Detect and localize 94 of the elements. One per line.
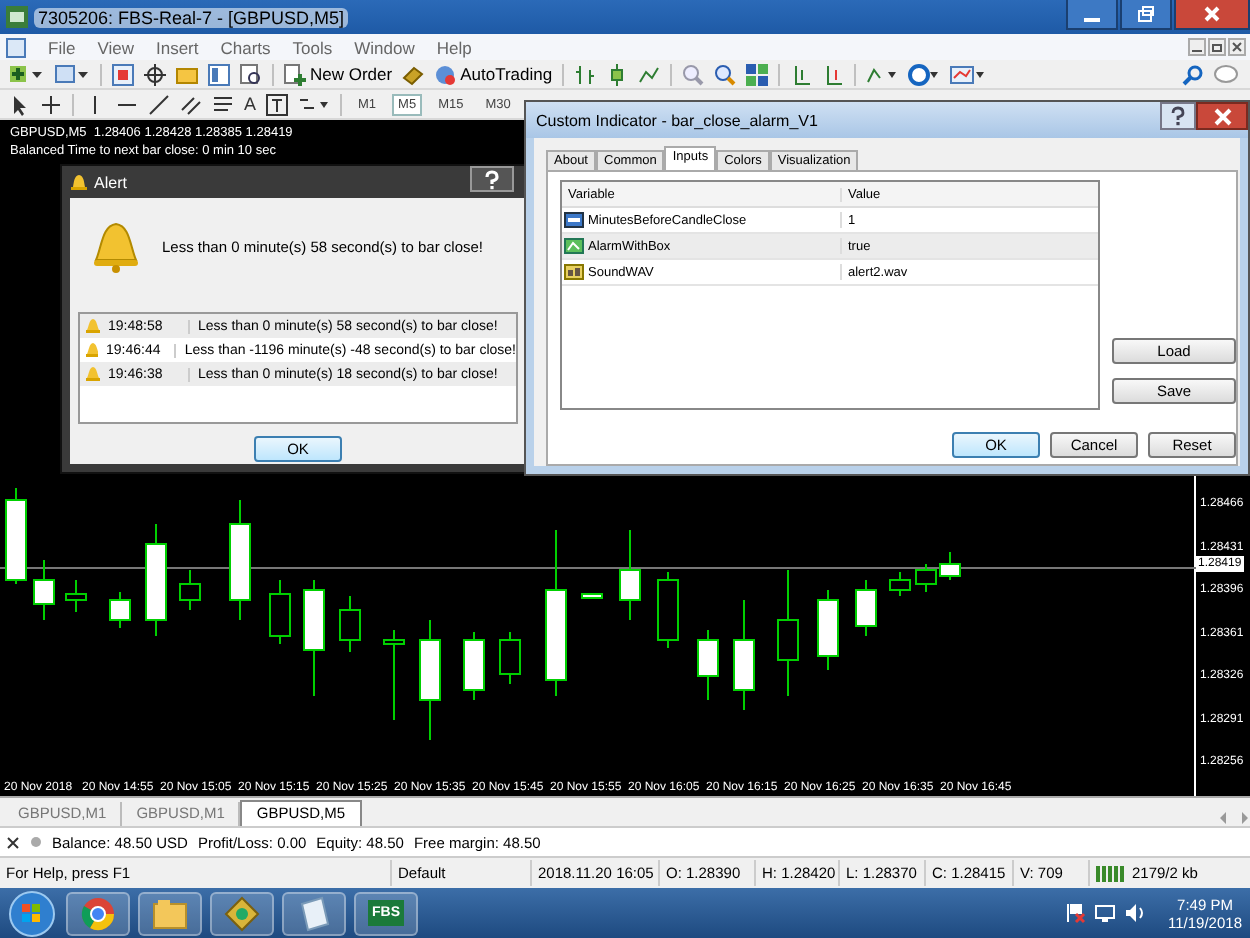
candle	[499, 631, 521, 685]
browser-taskbar-icon[interactable]	[66, 891, 130, 935]
bell-icon	[86, 318, 100, 334]
menu-item[interactable]: View	[97, 37, 134, 57]
chat-icon[interactable]	[1214, 63, 1242, 85]
candle	[339, 595, 361, 653]
help-icon	[484, 169, 500, 189]
panel-icon[interactable]	[208, 63, 230, 85]
bar-chart-icon[interactable]	[574, 63, 597, 85]
close-icon	[1202, 4, 1222, 24]
trendline-icon[interactable]	[148, 93, 170, 115]
text-tool[interactable]: A	[244, 94, 257, 114]
candle	[419, 619, 441, 741]
restore-icon	[1136, 4, 1156, 24]
bell-icon	[90, 222, 142, 274]
window-title: 7305206: FBS-Real-7 - [GBPUSD,M5]	[34, 7, 349, 27]
candle	[733, 599, 755, 711]
minimize-icon	[1084, 18, 1100, 22]
zoom-out-icon[interactable]	[714, 63, 737, 85]
help-icon	[1170, 106, 1186, 126]
candle	[303, 579, 325, 697]
candlestick-icon[interactable]	[606, 63, 629, 85]
dialog-title: Custom Indicator - bar_close_alarm_V1	[536, 111, 818, 129]
folder-taskbar-icon[interactable]	[138, 891, 202, 935]
template-icon[interactable]	[950, 63, 987, 85]
boolean-type-icon	[564, 238, 584, 254]
crosshair-icon[interactable]	[40, 93, 62, 115]
candle	[619, 529, 641, 621]
candle	[33, 559, 55, 621]
menu-item[interactable]: Insert	[155, 37, 199, 57]
candle	[939, 551, 961, 581]
new-order-button[interactable]: New Order	[284, 63, 393, 85]
market-watch-icon[interactable]	[112, 63, 134, 85]
network-icon[interactable]	[1094, 902, 1117, 924]
candle	[179, 569, 201, 611]
candle	[697, 629, 719, 701]
help-button[interactable]	[1160, 102, 1196, 130]
start-button[interactable]	[6, 889, 58, 937]
help-button[interactable]	[470, 166, 514, 192]
candle	[145, 523, 167, 637]
channel-icon[interactable]	[180, 93, 202, 115]
bell-icon	[86, 366, 100, 382]
order-plus-icon	[284, 63, 306, 85]
dialog-title: Alert	[94, 173, 127, 191]
close-icon[interactable]	[6, 835, 20, 849]
app-icon	[6, 6, 28, 28]
line-chart-icon[interactable]	[638, 63, 661, 85]
candle	[889, 571, 911, 597]
menu-item[interactable]: File	[48, 37, 76, 57]
chart-taskbar-icon[interactable]	[210, 891, 274, 935]
candle	[109, 591, 131, 629]
candle	[463, 631, 485, 701]
candle	[581, 593, 603, 599]
close-button[interactable]	[1174, 0, 1250, 30]
restore-button[interactable]	[1120, 0, 1172, 30]
close-icon[interactable]	[1228, 38, 1246, 56]
close-icon	[1213, 107, 1231, 125]
notepad-taskbar-icon[interactable]	[282, 891, 346, 935]
flag-icon[interactable]	[1064, 902, 1087, 924]
candle	[855, 579, 877, 637]
text-type-icon	[564, 264, 584, 280]
restore-icon[interactable]	[1208, 38, 1226, 56]
account-dot-icon	[30, 836, 42, 848]
tile-windows-icon[interactable]	[746, 63, 769, 85]
menu-item[interactable]: Tools	[292, 37, 333, 57]
candle	[383, 629, 405, 721]
menu-item[interactable]: Charts	[220, 37, 271, 57]
bell-icon	[86, 342, 99, 358]
text-label-icon[interactable]	[266, 93, 289, 115]
cursor-icon[interactable]	[8, 93, 30, 115]
number-type-icon	[564, 212, 584, 228]
close-button[interactable]	[1196, 102, 1248, 130]
connection-bars-icon	[1096, 864, 1128, 882]
magnifier-document-icon[interactable]	[240, 63, 262, 85]
candle	[817, 589, 839, 671]
candle	[269, 579, 291, 645]
candle	[65, 579, 87, 613]
menu-item[interactable]: Help	[436, 37, 472, 57]
candle	[915, 563, 937, 593]
candle	[229, 499, 251, 621]
candle	[657, 571, 679, 649]
candle	[777, 569, 799, 697]
crosshair-icon[interactable]	[144, 63, 166, 85]
speaker-icon[interactable]	[1124, 902, 1149, 924]
autotrading-button[interactable]: AutoTrading	[434, 63, 553, 85]
chart-window-icon	[6, 37, 26, 57]
search-icon[interactable]	[1182, 63, 1204, 85]
candle	[5, 487, 27, 585]
bell-icon	[70, 173, 88, 191]
minimize-button[interactable]	[1066, 0, 1118, 30]
add-chart-icon[interactable]	[8, 63, 44, 85]
menu-item[interactable]: Window	[354, 37, 415, 57]
minimize-icon[interactable]	[1188, 38, 1206, 56]
windows-icon[interactable]	[54, 63, 90, 85]
